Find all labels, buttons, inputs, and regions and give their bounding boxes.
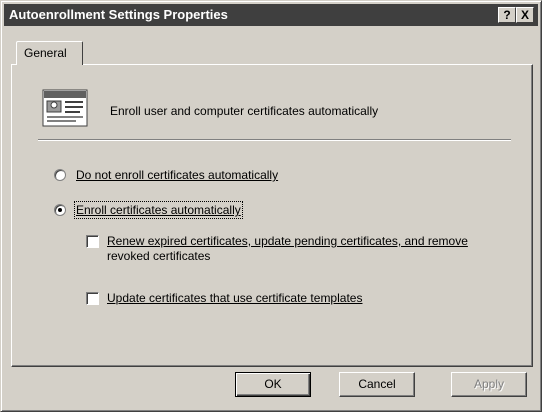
header-description: Enroll user and computer certificates au… xyxy=(110,104,379,118)
help-button[interactable]: ? xyxy=(498,7,516,23)
window-title: Autoenrollment Settings Properties xyxy=(9,7,228,22)
checkbox-update-label[interactable]: Update certificates that use certificate… xyxy=(107,291,362,306)
checkbox-renew-label[interactable]: Renew expired certificates, update pendi… xyxy=(107,234,468,264)
apply-button: Apply xyxy=(451,372,527,397)
tab-general[interactable]: General xyxy=(16,41,83,65)
checkbox-renew-line2: revoked certificates xyxy=(107,249,211,263)
ok-button[interactable]: OK xyxy=(235,372,311,397)
certificate-icon xyxy=(42,89,88,127)
radio-enroll-circle[interactable] xyxy=(54,204,66,216)
cancel-button[interactable]: Cancel xyxy=(339,372,415,397)
checkbox-renew-box[interactable] xyxy=(86,235,99,248)
radio-enroll-label[interactable]: Enroll certificates automatically xyxy=(74,201,243,219)
separator xyxy=(38,139,511,141)
checkbox-renew-line1: Renew expired certificates, update pendi… xyxy=(107,234,468,248)
radio-do-not-enroll-circle[interactable] xyxy=(54,169,66,181)
title-bar[interactable]: Autoenrollment Settings Properties ? X xyxy=(4,4,538,26)
close-button[interactable]: X xyxy=(516,7,534,23)
radio-do-not-enroll-label[interactable]: Do not enroll certificates automatically xyxy=(76,168,278,182)
properties-dialog: Autoenrollment Settings Properties ? X G… xyxy=(0,0,542,412)
checkbox-update-box[interactable] xyxy=(86,292,99,305)
tab-general-label: General xyxy=(24,46,67,60)
